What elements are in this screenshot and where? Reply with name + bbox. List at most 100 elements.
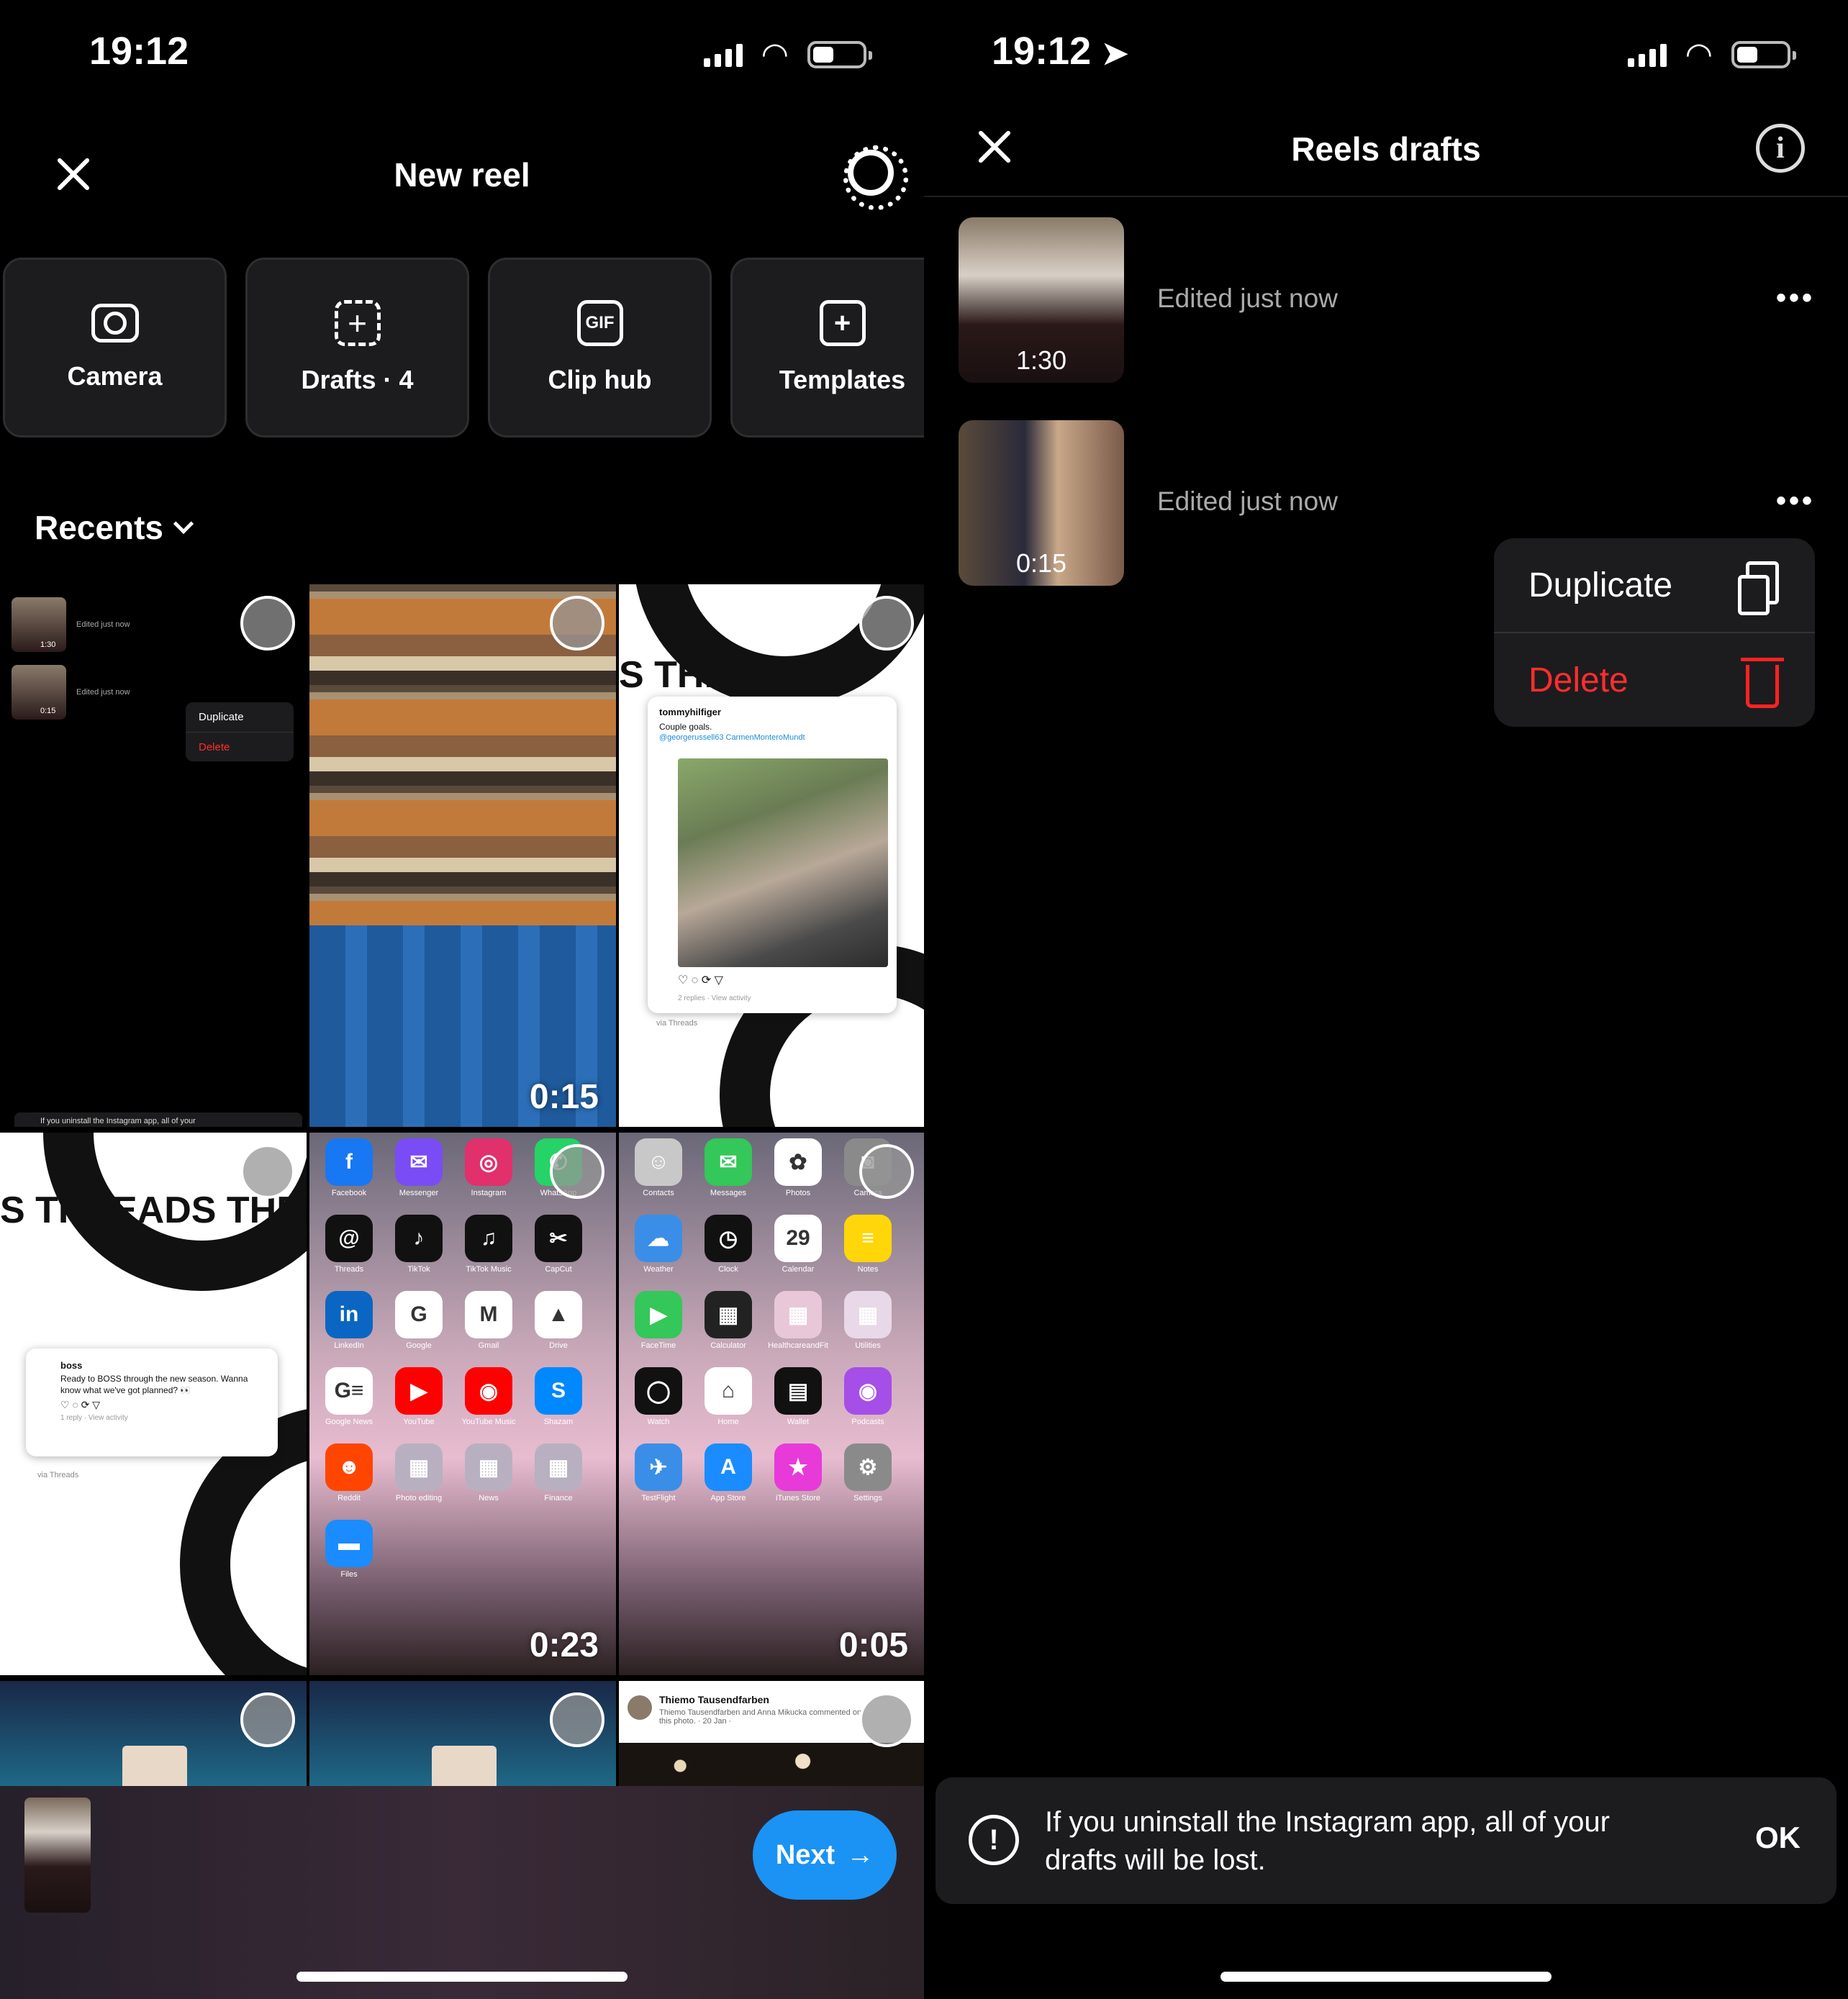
post-body: Ready to BOSS through the new season. Wa… <box>60 1374 248 1395</box>
duration-label: 0:15 <box>1015 548 1067 578</box>
wifi-icon: ◠ <box>761 37 789 72</box>
camera-tile[interactable]: Camera <box>3 258 227 438</box>
app-glyph: ▶ <box>650 1302 667 1327</box>
app-icon: ☻ Reddit <box>325 1443 373 1502</box>
post-author: Thiemo Tausendfarben <box>659 1694 769 1705</box>
app-icon: ✉ Messenger <box>395 1138 443 1197</box>
media-item[interactable]: Thiemo Tausendfarben Thiemo Tausendfarbe… <box>619 1681 924 1789</box>
app-glyph: ☻ <box>338 1455 361 1479</box>
app-label: Contacts <box>643 1189 674 1197</box>
next-button[interactable]: Next → <box>753 1810 897 1900</box>
app-label: Home <box>717 1418 739 1426</box>
templates-tile[interactable]: + Templates <box>730 258 924 438</box>
post-photo <box>678 758 888 967</box>
more-options-icon[interactable]: ••• <box>1776 485 1815 517</box>
app-icon: ⚙ Settings <box>844 1443 892 1502</box>
app-icon: ♫ TikTok Music <box>465 1215 512 1274</box>
app-icon: in LinkedIn <box>325 1291 373 1350</box>
close-button[interactable] <box>969 122 1019 173</box>
media-item[interactable] <box>0 1681 307 1789</box>
app-icon: ⌂ Home <box>705 1367 752 1426</box>
app-label: LinkedIn <box>334 1341 364 1350</box>
app-icon: ✂ CapCut <box>535 1215 582 1274</box>
delete-menu-item[interactable]: Delete <box>1494 633 1815 727</box>
app-icon: ☺ Contacts <box>635 1138 682 1197</box>
clip-hub-tile[interactable]: GIF Clip hub <box>488 258 712 438</box>
app-icon: ☁ Weather <box>635 1215 682 1274</box>
media-item[interactable]: 0:15 <box>309 584 616 1127</box>
app-label: Google <box>406 1341 432 1350</box>
app-icon: ▦ News <box>465 1443 512 1502</box>
media-item[interactable]: S THREADS tommyhilfiger Couple goals. @g… <box>619 584 924 1127</box>
app-label: Podcasts <box>851 1418 884 1426</box>
app-glyph: ✿ <box>789 1150 807 1174</box>
media-item[interactable]: fFacebook✉Messenger◎Instagram✆WhatsApp@T… <box>309 1133 616 1675</box>
select-circle[interactable] <box>859 596 914 651</box>
app-icon: ◷ Clock <box>705 1215 752 1274</box>
app-glyph: ✉ <box>719 1150 738 1174</box>
app-icon: ▦ HealthcareandFit <box>768 1291 828 1350</box>
home-indicator <box>1220 1972 1552 1982</box>
more-options-icon[interactable]: ••• <box>1776 282 1815 314</box>
app-glyph: ▦ <box>857 1302 879 1327</box>
select-circle[interactable] <box>550 1144 604 1199</box>
app-grid: ☺Contacts✉Messages✿Photos◙Camera☁Weather… <box>635 1138 892 1502</box>
app-label: App Store <box>710 1494 746 1502</box>
trash-icon <box>1741 658 1784 708</box>
ok-button[interactable]: OK <box>1755 1821 1801 1855</box>
close-button[interactable] <box>47 150 98 200</box>
post-actions-icons: ♡ ◌ ⟳ ▽ <box>678 974 723 987</box>
drafts-tile[interactable]: + Drafts · 4 <box>245 258 469 438</box>
app-glyph: ◷ <box>718 1226 738 1251</box>
recents-label: Recents <box>35 509 163 546</box>
post-link: @georgerussell63 CarmenMonteroMundt <box>659 733 805 742</box>
app-grid: fFacebook✉Messenger◎Instagram✆WhatsApp@T… <box>325 1138 582 1579</box>
app-icon: ◎ Instagram <box>465 1138 512 1197</box>
app-label: Photos <box>785 1189 811 1197</box>
warning-icon: ! <box>969 1815 1019 1865</box>
app-glyph: ▲ <box>548 1302 569 1326</box>
app-label: Shazam <box>543 1418 574 1426</box>
draft-thumbnail[interactable]: 1:30 <box>959 217 1124 383</box>
select-circle[interactable] <box>859 1144 914 1199</box>
select-circle[interactable] <box>859 1692 914 1747</box>
app-icon: G≡ Google News <box>325 1367 373 1426</box>
draft-item[interactable]: 1:30 Edited just now ••• <box>959 217 1815 383</box>
media-item[interactable]: S THREADS THREADS boss Ready to BOSS thr… <box>0 1133 307 1675</box>
new-reel-screen: 19:12 ◠ New reel Camera + Drafts · 4 GIF… <box>0 0 924 1999</box>
select-circle[interactable] <box>550 1692 604 1747</box>
mini-menu-item: Delete <box>186 732 294 761</box>
app-glyph: ▦ <box>408 1455 430 1479</box>
post-meta: 2 replies · View activity <box>678 994 751 1002</box>
chevron-down-icon <box>173 513 194 535</box>
selected-media-thumbnail[interactable] <box>24 1798 91 1913</box>
settings-gear-icon[interactable] <box>843 145 908 210</box>
select-circle[interactable] <box>240 596 295 651</box>
gif-icon: GIF <box>576 300 623 346</box>
media-item[interactable]: ☺Contacts✉Messages✿Photos◙Camera☁Weather… <box>619 1133 924 1675</box>
app-icon: ▤ Wallet <box>774 1367 822 1426</box>
draft-thumbnail[interactable]: 0:15 <box>959 420 1124 586</box>
app-icon: A App Store <box>705 1443 752 1502</box>
app-label: Finance <box>544 1494 573 1502</box>
app-icon: ▦ Calculator <box>705 1291 752 1350</box>
home-indicator <box>296 1972 628 1982</box>
duplicate-menu-item[interactable]: Duplicate <box>1494 538 1815 632</box>
select-circle[interactable] <box>550 596 604 651</box>
camera-icon <box>91 304 139 343</box>
app-glyph: ☁ <box>648 1226 669 1251</box>
app-label: TikTok <box>407 1265 430 1274</box>
media-item[interactable]: 1:30 Edited just now 0:15 Edited just no… <box>0 584 307 1127</box>
app-icon: ♪ TikTok <box>395 1215 443 1274</box>
app-icon: ◉ Podcasts <box>844 1367 892 1426</box>
media-item[interactable] <box>309 1681 616 1789</box>
app-glyph: ▦ <box>787 1302 809 1327</box>
recents-dropdown[interactable]: Recents <box>35 508 194 547</box>
select-circle[interactable] <box>240 1144 295 1199</box>
info-icon[interactable]: i <box>1756 124 1805 173</box>
app-glyph: ≡ <box>861 1226 874 1250</box>
app-icon: ▶ YouTube <box>395 1367 443 1426</box>
app-icon: ✿ Photos <box>774 1138 822 1197</box>
app-icon: M Gmail <box>465 1291 512 1350</box>
select-circle[interactable] <box>240 1692 295 1747</box>
